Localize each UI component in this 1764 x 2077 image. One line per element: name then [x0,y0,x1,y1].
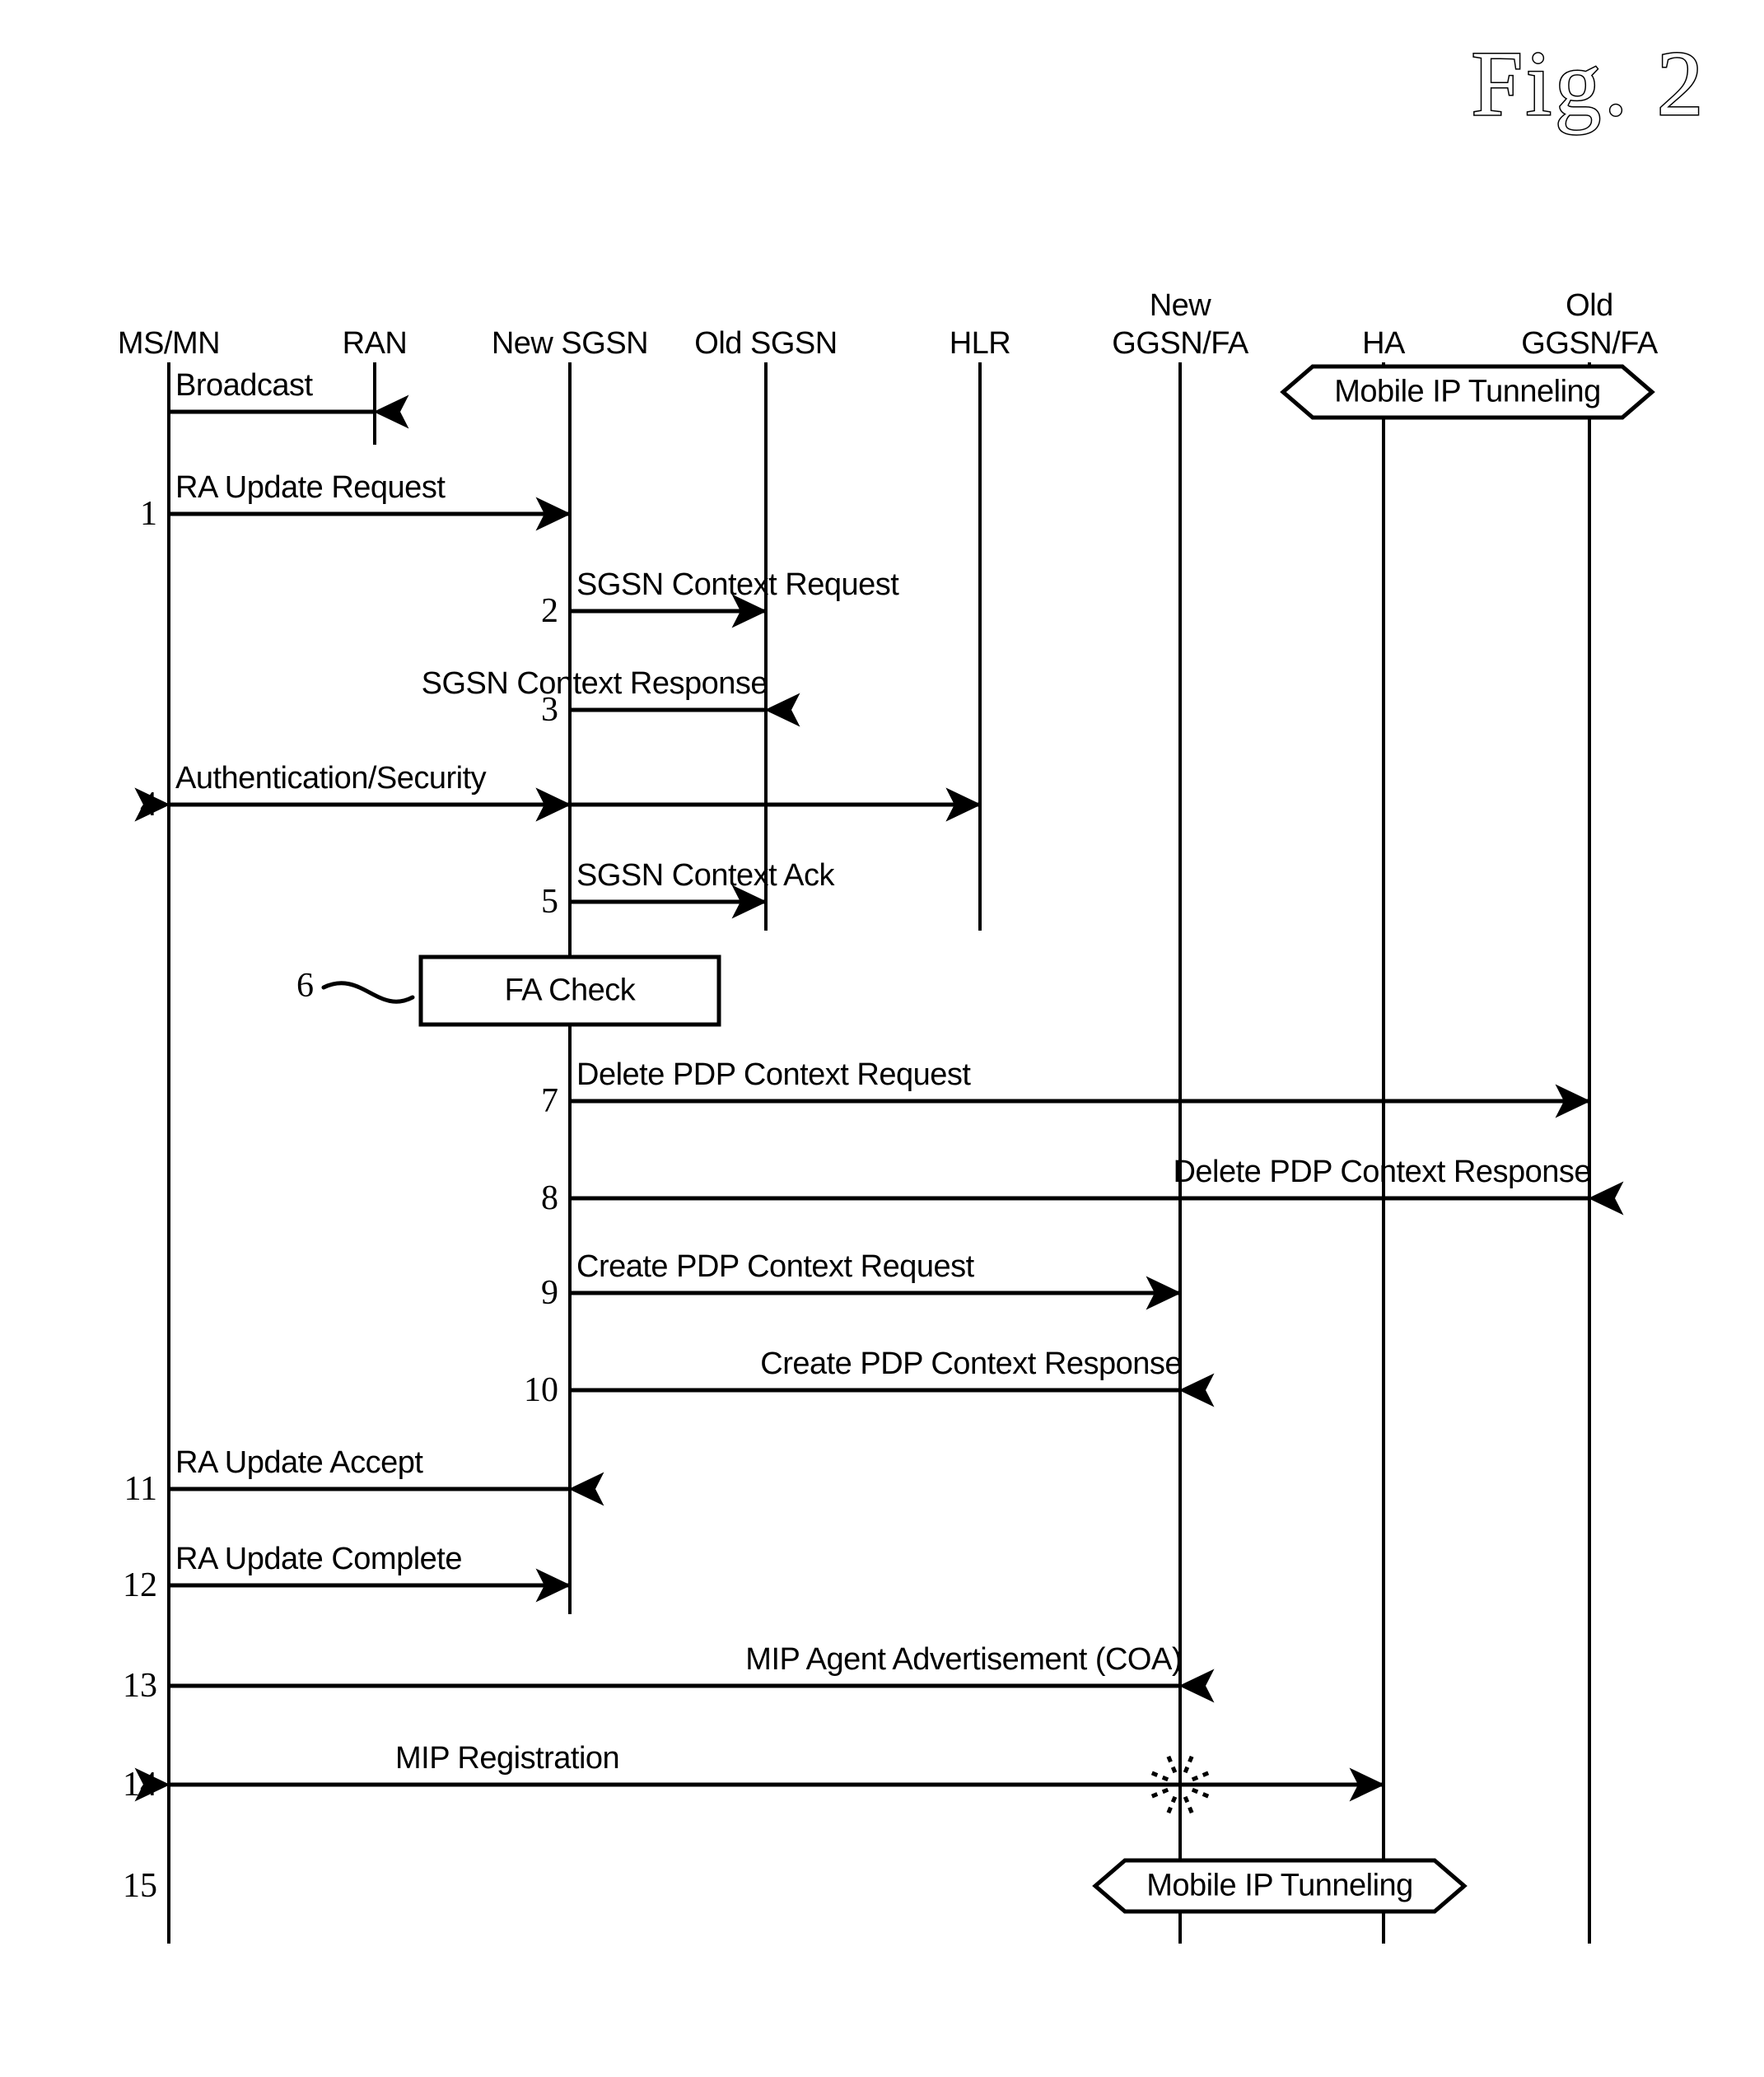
step-number-8: 8 [541,1179,558,1217]
message-arrows-group [134,394,1624,1819]
process-box-label-fa-check: FA Check [504,973,636,1008]
step-number-2: 2 [541,592,558,630]
message-label-bcast0: Broadcast [175,368,313,403]
step-number-1: 1 [140,495,157,533]
step-number-14: 14 [123,1766,157,1804]
lane-header-new-ggsn-fa: New GGSN/FA [1112,288,1248,361]
hexagon-label-mip-tunnel-top: Mobile IP Tunneling [1334,374,1601,409]
lane-header-ms-mn: MS/MN [117,326,221,361]
leader-line-fa-check [321,981,415,1004]
message-label-9: Create PDP Context Request [576,1249,974,1284]
shapes-group [321,364,1655,1914]
step-number-12: 12 [123,1566,157,1604]
step-number-11: 11 [124,1470,157,1508]
message-label-3: SGSN Context Response [421,666,768,701]
message-label-13: MIP Agent Advertisement (COA) [745,1642,1182,1677]
message-label-1: RA Update Request [175,470,446,505]
lane-header-ran: RAN [342,326,408,361]
figure-root: Fig. 2 MS/MN RAN New SGSN Old SGSN HLR New GG… [0,0,1764,2077]
sequence-diagram-canvas [134,362,1655,1944]
lane-header-hlr: HLR [949,326,1011,361]
message-label-7: Delete PDP Context Request [576,1057,971,1092]
message-label-14: MIP Registration [395,1741,620,1776]
step-number-3: 3 [541,691,558,729]
step-number-6: 6 [296,967,314,1005]
message-label-5: SGSN Context Ack [576,858,835,893]
step-number-9: 9 [541,1274,558,1312]
lane-header-ha: HA [1362,326,1405,361]
lane-header-old-sgsn: Old SGSN [694,326,838,361]
step-number-4: 4 [140,786,157,824]
message-label-8: Delete PDP Context Response [1173,1155,1591,1189]
step-number-13: 13 [123,1667,157,1705]
message-label-11: RA Update Accept [175,1445,423,1480]
hexagon-label-mip-tunnel-bottom: Mobile IP Tunneling [1146,1868,1413,1903]
step-number-15: 15 [123,1867,157,1905]
step-number-7: 7 [541,1082,558,1120]
lane-header-old-ggsn-fa: Old GGSN/FA [1521,288,1658,361]
step-number-5: 5 [541,883,558,921]
message-label-10: Create PDP Context Response [760,1347,1182,1381]
step-number-10: 10 [524,1371,558,1409]
message-label-2: SGSN Context Request [576,567,899,602]
message-label-12: RA Update Complete [175,1542,462,1576]
message-label-4: Authentication/Security [175,761,487,796]
lane-header-new-sgsn: New SGSN [491,326,649,361]
